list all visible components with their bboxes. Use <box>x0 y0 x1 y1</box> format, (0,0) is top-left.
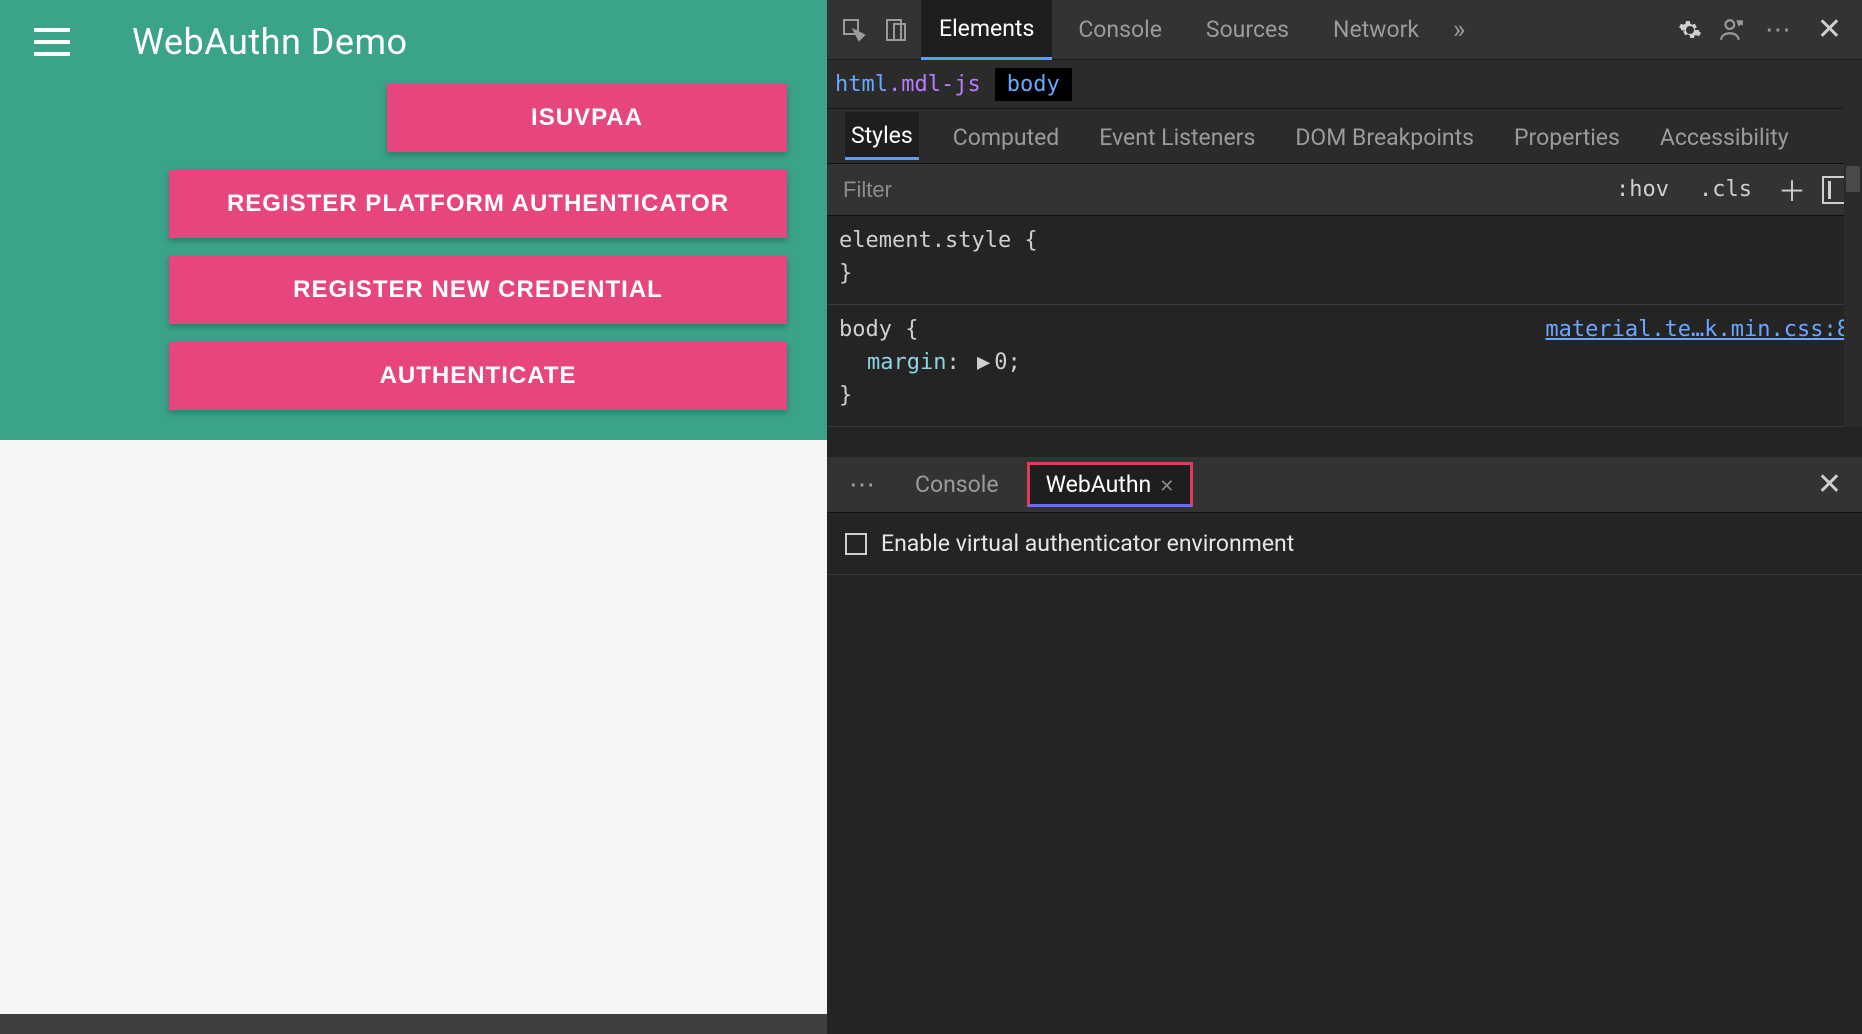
app-header: WebAuthn Demo ISUVPAA REGISTER PLATFORM … <box>0 0 827 440</box>
drawer-tab-webauthn-label: WebAuthn <box>1046 471 1152 498</box>
authenticate-button[interactable]: AUTHENTICATE <box>169 342 787 410</box>
kebab-menu-icon[interactable]: ⋯ <box>1757 15 1799 45</box>
tab-console[interactable]: Console <box>1060 0 1180 60</box>
styles-filter-bar: :hov .cls ＋ <box>827 164 1862 216</box>
devtools-panel: Elements Console Sources Network » ⋯ ✕ h… <box>827 0 1862 1034</box>
hamburger-menu-icon[interactable] <box>34 28 70 56</box>
rule-selector: element.style { <box>839 224 1850 257</box>
subtab-styles[interactable]: Styles <box>845 112 919 160</box>
hov-toggle[interactable]: :hov <box>1606 177 1679 202</box>
rule-close-brace: } <box>839 379 1850 412</box>
enable-virtual-authenticator-label: Enable virtual authenticator environment <box>881 530 1294 557</box>
webauthn-panel-body: Enable virtual authenticator environment <box>827 513 1862 575</box>
close-tab-icon[interactable]: ✕ <box>1159 476 1174 497</box>
css-declaration-margin[interactable]: margin: ▶0; <box>839 346 1850 379</box>
webauthn-demo-app: WebAuthn Demo ISUVPAA REGISTER PLATFORM … <box>0 0 827 1034</box>
feedback-person-icon[interactable] <box>1715 13 1749 47</box>
subtab-event-listeners[interactable]: Event Listeners <box>1093 114 1261 159</box>
subtab-computed[interactable]: Computed <box>947 114 1066 159</box>
styles-filter-input[interactable] <box>839 171 1596 209</box>
elements-breadcrumb: html.mdl-js body <box>827 60 1862 108</box>
drawer-tab-webauthn[interactable]: WebAuthn ✕ <box>1027 462 1194 507</box>
button-stack: ISUVPAA REGISTER PLATFORM AUTHENTICATOR … <box>0 84 827 410</box>
tab-network[interactable]: Network <box>1315 0 1437 60</box>
app-topbar: WebAuthn Demo <box>0 0 827 84</box>
settings-gear-icon[interactable] <box>1673 13 1707 47</box>
subtab-accessibility[interactable]: Accessibility <box>1654 114 1795 159</box>
drawer-empty-area <box>827 575 1862 1034</box>
more-tabs-chevron-icon[interactable]: » <box>1445 15 1473 45</box>
new-style-rule-icon[interactable]: ＋ <box>1772 170 1812 210</box>
subtabs-scrollbar[interactable] <box>1844 108 1862 164</box>
devtools-main-tabbar: Elements Console Sources Network » ⋯ ✕ <box>827 0 1862 60</box>
devtools-drawer: ⋯ Console WebAuthn ✕ ✕ Enable virtual aut… <box>827 457 1862 1034</box>
tab-sources[interactable]: Sources <box>1188 0 1307 60</box>
isuvpaa-button[interactable]: ISUVPAA <box>387 84 787 152</box>
drawer-tabbar: ⋯ Console WebAuthn ✕ ✕ <box>827 457 1862 513</box>
register-new-credential-button[interactable]: REGISTER NEW CREDENTIAL <box>169 256 787 324</box>
register-platform-authenticator-button[interactable]: REGISTER PLATFORM AUTHENTICATOR <box>169 170 787 238</box>
subtab-dom-breakpoints[interactable]: DOM Breakpoints <box>1289 114 1480 159</box>
devtools-close-icon[interactable]: ✕ <box>1807 12 1852 47</box>
drawer-more-icon[interactable]: ⋯ <box>837 470 887 500</box>
device-toolbar-icon[interactable] <box>879 13 913 47</box>
app-footer-strip <box>0 1014 827 1034</box>
enable-virtual-authenticator-checkbox[interactable] <box>845 533 867 555</box>
css-source-link[interactable]: material.te…k.min.css:8 <box>1545 313 1850 346</box>
rule-close-brace: } <box>839 257 1850 290</box>
drawer-tab-console[interactable]: Console <box>897 463 1017 506</box>
css-rule-body[interactable]: material.te…k.min.css:8 body { margin: ▶… <box>827 305 1862 427</box>
subtab-properties[interactable]: Properties <box>1508 114 1626 159</box>
breadcrumb-body[interactable]: body <box>995 68 1072 101</box>
breadcrumb-html[interactable]: html.mdl-js <box>835 72 981 97</box>
inspect-element-icon[interactable] <box>837 13 871 47</box>
drawer-close-icon[interactable]: ✕ <box>1807 467 1852 502</box>
elements-subtabs: Styles Computed Event Listeners DOM Brea… <box>827 108 1844 164</box>
styles-scrollbar[interactable] <box>1844 164 1862 427</box>
cls-toggle[interactable]: .cls <box>1689 177 1762 202</box>
app-title: WebAuthn Demo <box>132 21 408 63</box>
expand-shorthand-icon[interactable]: ▶ <box>973 350 994 375</box>
tab-elements[interactable]: Elements <box>921 0 1052 60</box>
css-rule-element-style[interactable]: element.style { } <box>827 216 1862 305</box>
